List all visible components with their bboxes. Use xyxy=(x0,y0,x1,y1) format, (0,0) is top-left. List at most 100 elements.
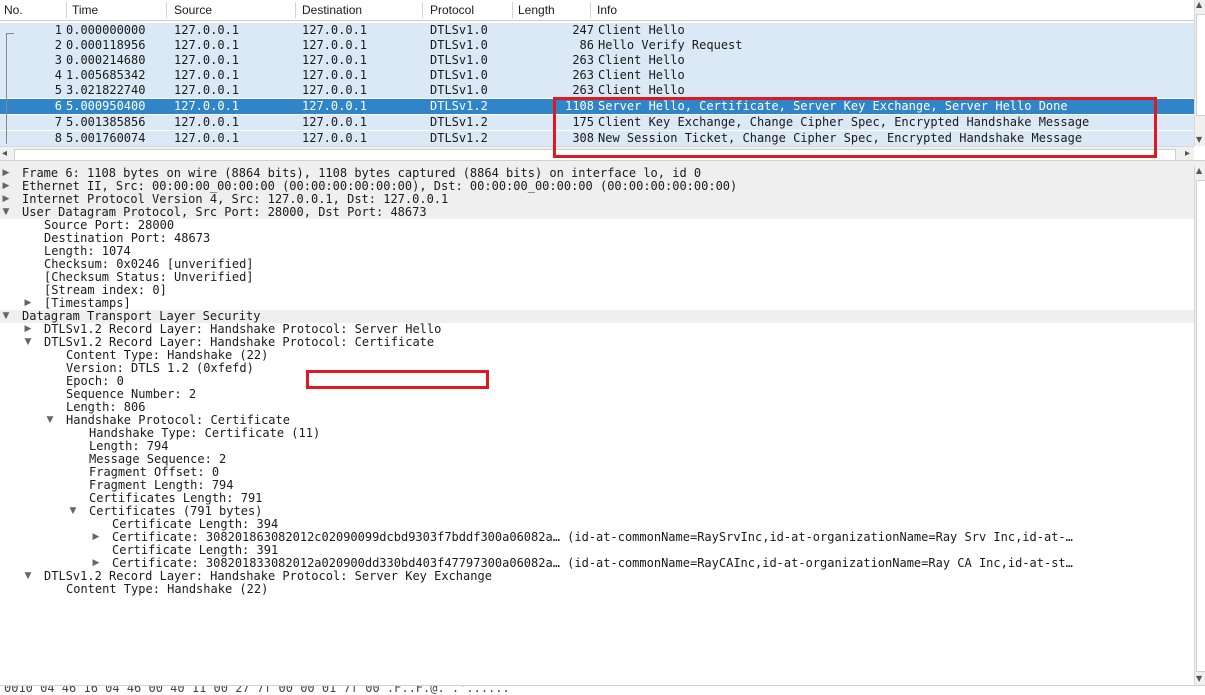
packet-source: 127.0.0.1 xyxy=(174,38,240,52)
column-divider[interactable] xyxy=(422,2,423,18)
packet-no: 4 xyxy=(54,68,62,82)
scrollbar-thumb[interactable] xyxy=(1196,14,1205,116)
packet-time: 0.000118956 xyxy=(66,38,146,52)
column-divider[interactable] xyxy=(66,2,67,18)
conversation-bracket xyxy=(6,33,14,144)
column-header-destination[interactable]: Destination xyxy=(302,3,362,17)
packet-destination: 127.0.0.1 xyxy=(302,68,368,82)
packet-row[interactable]: 1 0.000000000 127.0.0.1 127.0.0.1 DTLSv1… xyxy=(0,23,1194,38)
packet-protocol: DTLSv1.0 xyxy=(430,53,488,67)
expanded-arrow-icon[interactable]: ▼ xyxy=(23,570,33,583)
highlight-box-protocol xyxy=(306,370,489,389)
packet-source: 127.0.0.1 xyxy=(174,83,240,97)
packet-row[interactable]: 2 0.000118956 127.0.0.1 127.0.0.1 DTLSv1… xyxy=(0,38,1194,53)
column-header-protocol[interactable]: Protocol xyxy=(430,3,474,17)
packet-info: Hello Verify Request xyxy=(598,38,743,52)
packet-time: 5.001760074 xyxy=(66,131,146,145)
packet-details-tree: ▶ Frame 6: 1108 bytes on wire (8864 bits… xyxy=(0,167,1194,685)
tree-item-label: Content Type: Handshake (22) xyxy=(66,582,269,596)
packet-row[interactable]: 4 1.005685342 127.0.0.1 127.0.0.1 DTLSv1… xyxy=(0,68,1194,83)
packet-details-vertical-scrollbar[interactable]: ▲ ▼ xyxy=(1194,166,1205,685)
packet-no: 8 xyxy=(54,131,62,145)
collapsed-arrow-icon[interactable]: ▶ xyxy=(23,323,33,336)
tree-item[interactable]: Handshake Type: Certificate (11) xyxy=(0,427,1194,440)
scroll-up-arrow-icon[interactable]: ▲ xyxy=(1196,0,1202,9)
packet-info: Client Hello xyxy=(598,68,685,82)
tree-item[interactable]: Sequence Number: 2 xyxy=(0,388,1194,401)
column-header-source[interactable]: Source xyxy=(174,3,212,17)
collapsed-arrow-icon[interactable]: ▶ xyxy=(1,193,11,206)
packet-source: 127.0.0.1 xyxy=(174,53,240,67)
scrollbar-thumb[interactable] xyxy=(1196,180,1205,672)
column-divider[interactable] xyxy=(295,2,296,18)
packet-no: 3 xyxy=(54,53,62,67)
packet-destination: 127.0.0.1 xyxy=(302,115,368,129)
highlight-box-info xyxy=(553,97,1157,158)
packet-protocol: DTLSv1.2 xyxy=(430,115,488,129)
packet-time: 3.021822740 xyxy=(66,83,146,97)
column-header-length[interactable]: Length xyxy=(518,3,555,17)
packet-info: Client Hello xyxy=(598,53,685,67)
packet-protocol: DTLSv1.2 xyxy=(430,99,488,113)
collapsed-arrow-icon[interactable]: ▶ xyxy=(91,531,101,544)
packet-row[interactable]: 5 3.021822740 127.0.0.1 127.0.0.1 DTLSv1… xyxy=(0,83,1194,98)
scroll-down-arrow-icon[interactable]: ▼ xyxy=(1196,135,1202,144)
packet-list-vertical-scrollbar[interactable]: ▲ ▼ xyxy=(1194,0,1205,146)
expanded-arrow-icon[interactable]: ▼ xyxy=(23,336,33,349)
tree-item-udp[interactable]: ▼ User Datagram Protocol, Src Port: 2800… xyxy=(0,206,1194,219)
packet-time: 5.000950400 xyxy=(66,99,146,113)
column-header-info[interactable]: Info xyxy=(597,3,617,17)
scroll-left-arrow-icon[interactable]: ◂ xyxy=(2,148,7,159)
column-header-no[interactable]: No. xyxy=(4,3,23,17)
packet-no: 7 xyxy=(54,115,62,129)
packet-info: Client Hello xyxy=(598,83,685,97)
packet-info: Client Hello xyxy=(598,23,685,37)
column-header-time[interactable]: Time xyxy=(72,3,98,17)
packet-protocol: DTLSv1.2 xyxy=(430,131,488,145)
packet-time: 5.001385856 xyxy=(66,115,146,129)
packet-source: 127.0.0.1 xyxy=(174,68,240,82)
column-divider[interactable] xyxy=(512,2,513,18)
packet-protocol: DTLSv1.0 xyxy=(430,68,488,82)
packet-length: 263 xyxy=(572,68,594,82)
scroll-right-arrow-icon[interactable]: ▸ xyxy=(1185,148,1190,159)
tree-item[interactable]: Content Type: Handshake (22) xyxy=(0,583,1194,596)
tree-item[interactable]: Destination Port: 48673 xyxy=(0,232,1194,245)
packet-protocol: DTLSv1.0 xyxy=(430,38,488,52)
expanded-arrow-icon[interactable]: ▼ xyxy=(45,414,55,427)
packet-destination: 127.0.0.1 xyxy=(302,53,368,67)
packet-no: 2 xyxy=(54,38,62,52)
collapsed-arrow-icon[interactable]: ▶ xyxy=(1,167,11,180)
packet-no: 6 xyxy=(54,99,62,113)
packet-row[interactable]: 3 0.000214680 127.0.0.1 127.0.0.1 DTLSv1… xyxy=(0,53,1194,68)
tree-item[interactable]: [Checksum Status: Unverified] xyxy=(0,271,1194,284)
tree-item[interactable]: [Stream index: 0] xyxy=(0,284,1194,297)
packet-length: 263 xyxy=(572,53,594,67)
packet-time: 0.000214680 xyxy=(66,53,146,67)
tree-item[interactable]: Version: DTLS 1.2 (0xfefd) xyxy=(0,362,1194,375)
column-divider[interactable] xyxy=(590,2,591,18)
collapsed-arrow-icon[interactable]: ▶ xyxy=(1,180,11,193)
packet-destination: 127.0.0.1 xyxy=(302,38,368,52)
packet-destination: 127.0.0.1 xyxy=(302,83,368,97)
expanded-arrow-icon[interactable]: ▼ xyxy=(1,206,11,219)
packet-list-header: No. Time Source Destination Protocol Len… xyxy=(0,0,1194,21)
packet-no: 5 xyxy=(54,83,62,97)
packet-destination: 127.0.0.1 xyxy=(302,23,368,37)
packet-no: 1 xyxy=(54,23,62,37)
scroll-down-arrow-icon[interactable]: ▼ xyxy=(1196,674,1202,683)
packet-source: 127.0.0.1 xyxy=(174,115,240,129)
column-divider[interactable] xyxy=(166,2,167,18)
packet-length: 86 xyxy=(579,38,594,52)
packet-protocol: DTLSv1.0 xyxy=(430,83,488,97)
packet-length: 263 xyxy=(572,83,594,97)
packet-time: 0.000000000 xyxy=(66,23,146,37)
packet-protocol: DTLSv1.0 xyxy=(430,23,488,37)
packet-source: 127.0.0.1 xyxy=(174,99,240,113)
packet-time: 1.005685342 xyxy=(66,68,146,82)
packet-destination: 127.0.0.1 xyxy=(302,131,368,145)
expanded-arrow-icon[interactable]: ▼ xyxy=(68,505,78,518)
packet-source: 127.0.0.1 xyxy=(174,23,240,37)
scroll-up-arrow-icon[interactable]: ▲ xyxy=(1196,166,1202,175)
expanded-arrow-icon[interactable]: ▼ xyxy=(1,310,11,323)
